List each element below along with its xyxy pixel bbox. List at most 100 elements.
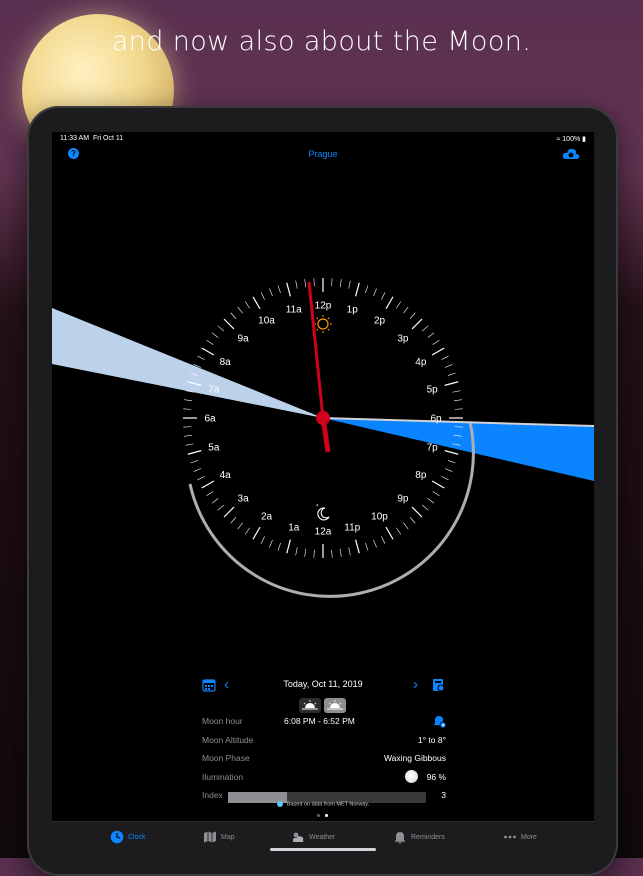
hour-label: 6p xyxy=(430,414,442,425)
hour-label: 10p xyxy=(371,511,388,522)
illumination-row: Ilumination 96 % xyxy=(202,769,446,787)
svg-text:*: * xyxy=(316,504,319,510)
map-icon xyxy=(204,831,216,843)
index-value: 3 xyxy=(441,790,446,800)
clock-tick xyxy=(184,399,193,402)
clock-tick xyxy=(230,312,237,319)
clock-tick xyxy=(211,332,219,338)
clock-tick xyxy=(381,292,386,300)
clock-tick xyxy=(452,390,461,393)
chevron-left-icon[interactable]: ‹ xyxy=(224,676,229,693)
clock-tick xyxy=(447,460,456,464)
sun-moon-clock: 12p 1p 2p 3p 4p 5p 6p 7p 8p 9p 10p 11p 12a 1a 2a 3a 4a 5a… xyxy=(52,278,594,598)
clock-tick xyxy=(339,279,342,288)
moon-altitude-label: Moon Altitude xyxy=(202,735,254,745)
hour-label: 4a xyxy=(220,470,232,481)
chevron-right-icon[interactable]: › xyxy=(413,676,418,693)
clock-tick xyxy=(304,548,307,557)
moon-hour-label: Moon hour xyxy=(202,716,243,726)
clock-tick xyxy=(403,522,409,530)
clock-tick xyxy=(331,549,333,558)
tab-weather[interactable]: Weather xyxy=(291,828,361,850)
clock-tick xyxy=(183,408,192,410)
hour-label: 1p xyxy=(347,304,359,315)
clock-tick xyxy=(190,460,199,464)
promo-headline: and now also about the Moon. xyxy=(111,26,532,57)
clock-tick xyxy=(348,547,351,556)
tab-reminders[interactable]: Reminders xyxy=(393,828,463,850)
clock-tick xyxy=(441,476,449,481)
hour-label: 2a xyxy=(261,511,273,522)
clock-tick xyxy=(201,480,215,489)
sunrise-toggle[interactable] xyxy=(299,698,321,713)
clock-tick xyxy=(183,426,192,428)
clock-tick xyxy=(201,347,215,356)
hour-label: 2p xyxy=(374,316,386,327)
clock-tick xyxy=(422,325,429,332)
app-screen: 11:33 AM Fri Oct 11 ≈ 100% ▮ ? Prague 12… xyxy=(52,132,594,858)
clock-tick xyxy=(206,491,214,497)
clock-tick xyxy=(211,498,219,504)
clock-tick xyxy=(185,443,194,446)
bell-icon xyxy=(395,832,405,844)
clock-tick xyxy=(269,288,273,297)
clock-tick xyxy=(197,476,205,481)
data-source-note: Based on data from MET Norway. xyxy=(52,801,594,807)
clock-tick xyxy=(286,282,291,297)
moonrise-toggle[interactable] xyxy=(324,698,346,713)
moon-hour-value: 6:08 PM - 6:52 PM xyxy=(284,716,355,726)
clock-tick xyxy=(355,282,360,297)
hour-label: 5p xyxy=(427,384,439,395)
clock-tick xyxy=(237,522,243,530)
moon-icon: * xyxy=(316,504,330,521)
current-date[interactable]: Today, Oct 11, 2019 xyxy=(272,679,374,689)
moonlight-wedge xyxy=(323,418,594,481)
bell-add-icon[interactable] xyxy=(432,714,446,728)
moonrise-icon xyxy=(327,700,343,710)
page-indicator[interactable] xyxy=(316,814,332,820)
info-icon xyxy=(276,801,283,807)
page-dot-1[interactable] xyxy=(317,814,320,817)
home-indicator xyxy=(270,848,376,851)
hour-label: 8a xyxy=(220,357,232,368)
tab-more[interactable]: More xyxy=(503,828,553,850)
clock-tick xyxy=(187,450,202,455)
weather-icon xyxy=(292,832,304,842)
hour-label: 5a xyxy=(208,443,220,454)
calendar-icon[interactable] xyxy=(202,678,216,692)
page-dot-2[interactable] xyxy=(325,814,328,817)
illumination-label: Ilumination xyxy=(202,772,244,782)
clock-tick xyxy=(454,408,463,410)
tab-clock[interactable]: Clock xyxy=(110,828,170,850)
clock-tick xyxy=(373,539,377,548)
clock-tick xyxy=(447,372,456,376)
clock-tick xyxy=(260,292,265,300)
clock-tick xyxy=(252,296,261,310)
calendar-event-icon[interactable] xyxy=(431,678,445,692)
date-controls: ‹ Today, Oct 11, 2019 › xyxy=(52,676,594,696)
clock-tick xyxy=(365,285,369,294)
hour-label: 1a xyxy=(288,523,300,534)
clock-tick xyxy=(206,339,214,345)
clock-tick xyxy=(286,539,291,554)
clock-tick xyxy=(269,539,273,548)
hand-pivot xyxy=(316,411,330,425)
clock-tick xyxy=(348,280,351,289)
tab-map[interactable]: Map xyxy=(203,828,263,850)
clock-tick xyxy=(431,347,445,356)
clock-tick xyxy=(403,306,409,314)
hour-label: 10a xyxy=(258,316,275,327)
clock-tick xyxy=(396,527,402,535)
hour-label: 7p xyxy=(427,443,439,454)
clock-tick xyxy=(184,434,193,437)
clock-tick xyxy=(260,536,265,544)
clock-tick xyxy=(244,527,250,535)
clock-tick xyxy=(304,279,307,288)
clock-tick xyxy=(339,548,342,557)
moon-phase-label: Moon Phase xyxy=(202,753,250,763)
sun-icon xyxy=(314,315,332,333)
clock-tick xyxy=(197,355,205,360)
clock-tick xyxy=(223,506,235,518)
clock-tick xyxy=(373,288,377,297)
tab-bar: Clock Map Weather Reminders More xyxy=(52,821,594,858)
